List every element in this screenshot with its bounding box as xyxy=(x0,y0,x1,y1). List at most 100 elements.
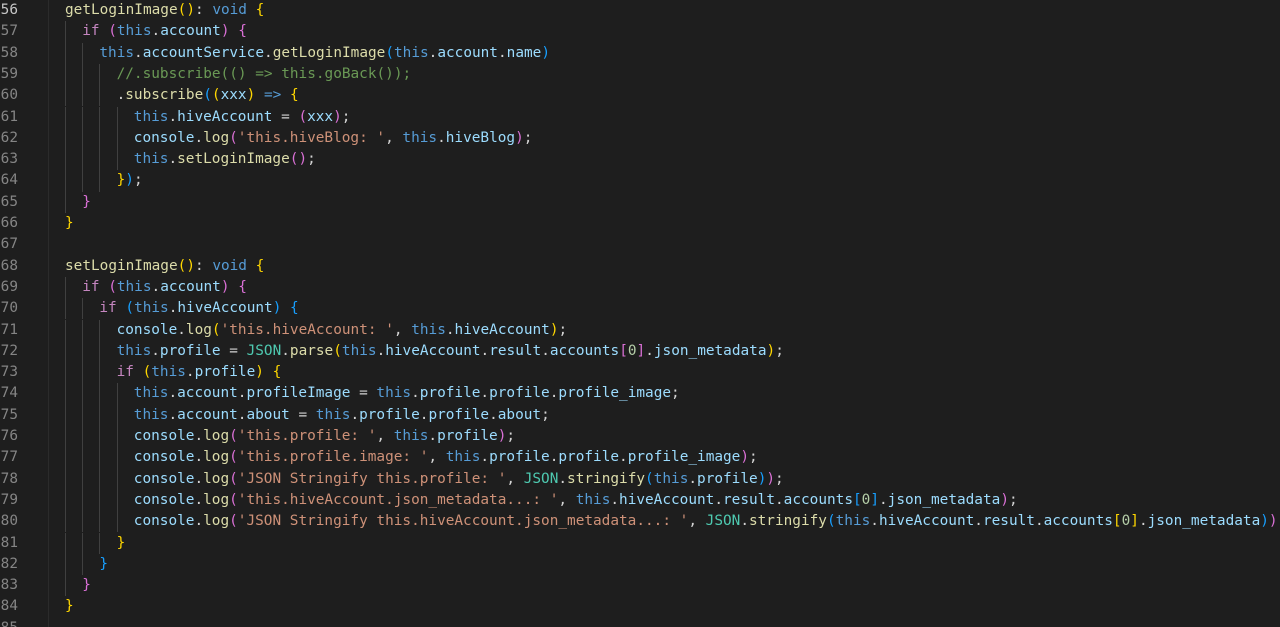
code-line[interactable]: 79 console.log('this.hiveAccount.json_met… xyxy=(0,490,1280,511)
code-token: 'JSON Stringify this.hiveAccount.json_me… xyxy=(237,513,689,530)
code-token: . xyxy=(879,491,888,508)
code-token: about xyxy=(246,406,290,423)
code-token: . xyxy=(541,342,550,359)
line-code: this.hiveAccount = (xxx); xyxy=(134,107,351,128)
code-line[interactable]: 60 .subscribe((xxx) => { xyxy=(0,85,1280,106)
code-line[interactable]: 62 console.log('this.hiveBlog: ', this.hi… xyxy=(0,128,1280,149)
line-code: this.accountService.getLoginImage(this.a… xyxy=(99,43,550,64)
code-token: console xyxy=(133,129,195,146)
code-token: profile xyxy=(437,428,498,444)
code-token: . xyxy=(350,406,360,423)
code-token: [ xyxy=(852,491,862,508)
line-code: if (this.account) { xyxy=(82,21,247,42)
code-token: ) xyxy=(766,470,776,487)
code-line[interactable]: 71 console.log('this.hiveAccount: ', this… xyxy=(0,320,1280,341)
code-token: profile xyxy=(194,364,256,381)
line-code: this.setLoginImage(); xyxy=(134,149,316,170)
code-token: ( xyxy=(142,364,152,381)
code-token: json_metadata xyxy=(1147,513,1261,530)
code-token: = xyxy=(272,108,299,125)
code-token: this xyxy=(394,44,429,61)
code-line[interactable]: 84} xyxy=(0,596,1280,617)
code-token: account xyxy=(160,23,221,40)
code-token: console xyxy=(133,491,195,508)
line-code: setLoginImage(): void { xyxy=(65,256,264,277)
code-token: this xyxy=(116,23,152,40)
line-number: 62 xyxy=(0,129,18,146)
code-token: . xyxy=(194,428,204,444)
code-line[interactable]: 72 this.profile = JSON.parse(this.hiveAcc… xyxy=(0,341,1280,362)
code-token: ) xyxy=(220,278,230,295)
code-token: [ xyxy=(619,342,628,359)
code-line[interactable]: 78 console.log('JSON Stringify this.profi… xyxy=(0,469,1280,490)
code-line[interactable]: 61 this.hiveAccount = (xxx); xyxy=(0,107,1280,128)
code-line[interactable]: 66} xyxy=(0,213,1280,234)
line-code: this.account.about = this.profile.profil… xyxy=(134,405,550,426)
code-token: ) xyxy=(186,257,195,274)
line-code: console.log('JSON Stringify this.profile… xyxy=(134,469,784,490)
code-line[interactable]: 76 console.log('this.profile: ', this.pro… xyxy=(0,426,1280,447)
code-token: if xyxy=(82,278,100,295)
code-line[interactable]: 83} xyxy=(0,575,1280,596)
line-code: if (this.profile) { xyxy=(117,362,282,383)
code-line[interactable]: 65} xyxy=(0,192,1280,213)
code-token: 0 xyxy=(627,342,637,359)
line-code: if (this.account) { xyxy=(82,277,247,298)
code-line[interactable]: 59 //.subscribe(() => this.goBack()); xyxy=(0,64,1280,85)
code-line[interactable]: 64}); xyxy=(0,170,1280,191)
code-token: JSON xyxy=(523,470,559,487)
code-token: ) xyxy=(541,44,550,61)
code-line[interactable]: 75 this.account.about = this.profile.prof… xyxy=(0,405,1280,426)
code-token: ) xyxy=(333,108,342,125)
code-token: . xyxy=(134,44,143,61)
code-token: . xyxy=(558,470,568,487)
code-token: , xyxy=(393,321,412,338)
code-line[interactable]: 68 setLoginImage(): void { xyxy=(0,256,1280,277)
code-token: . xyxy=(740,513,749,530)
code-token: . xyxy=(1138,513,1148,530)
code-line[interactable]: 70 if (this.hiveAccount) { xyxy=(0,298,1280,319)
code-line[interactable]: 74 this.account.profileImage = this.profi… xyxy=(0,383,1280,404)
code-line[interactable]: 85 xyxy=(0,618,1280,627)
code-token: ) xyxy=(549,321,559,338)
code-token: this xyxy=(376,385,412,402)
code-token: result xyxy=(723,491,775,508)
line-number: 80 xyxy=(0,513,18,530)
code-line[interactable]: 81} xyxy=(0,533,1280,554)
code-line[interactable]: 56 getLoginImage(): void { xyxy=(0,0,1280,21)
line-number: 60 xyxy=(0,87,18,104)
code-token: getLoginImage xyxy=(272,44,386,61)
code-token: ( xyxy=(385,44,394,61)
code-line[interactable]: 67 xyxy=(0,234,1280,255)
code-token: ( xyxy=(229,129,238,146)
line-number: 63 xyxy=(0,151,18,168)
code-line[interactable]: 73 if (this.profile) { xyxy=(0,362,1280,383)
code-line[interactable]: 82} xyxy=(0,554,1280,575)
code-token: this xyxy=(151,364,186,381)
code-token: { xyxy=(238,23,247,40)
code-line[interactable]: 77 console.log('this.profile.image: ', th… xyxy=(0,447,1280,468)
code-token: ( xyxy=(108,278,117,295)
code-token: 'this.hiveAccount.json_metadata...: ' xyxy=(237,491,559,508)
code-token: name xyxy=(506,44,542,61)
code-line[interactable]: 69 if (this.account) { xyxy=(0,277,1280,298)
code-token: hiveAccount xyxy=(177,108,273,125)
code-token: . xyxy=(151,342,160,359)
code-token: ) xyxy=(186,2,195,18)
code-token: profile xyxy=(159,342,221,359)
code-line[interactable]: 63 this.setLoginImage(); xyxy=(0,149,1280,170)
code-editor[interactable]: 56 getLoginImage(): void {57 if (this.acco… xyxy=(0,0,1280,627)
code-token: void xyxy=(212,2,247,18)
code-token: . xyxy=(168,151,178,168)
code-token: this xyxy=(315,406,351,423)
code-token: profileImage xyxy=(246,385,351,402)
code-line[interactable]: 80 console.log('JSON Stringify this.hiveA… xyxy=(0,511,1280,532)
code-token: JSON xyxy=(705,513,741,530)
code-line[interactable]: 58 this.accountService.getLoginImage(this… xyxy=(0,43,1280,64)
code-token: ; xyxy=(541,406,550,423)
code-line[interactable]: 57 if (this.account) { xyxy=(0,21,1280,42)
